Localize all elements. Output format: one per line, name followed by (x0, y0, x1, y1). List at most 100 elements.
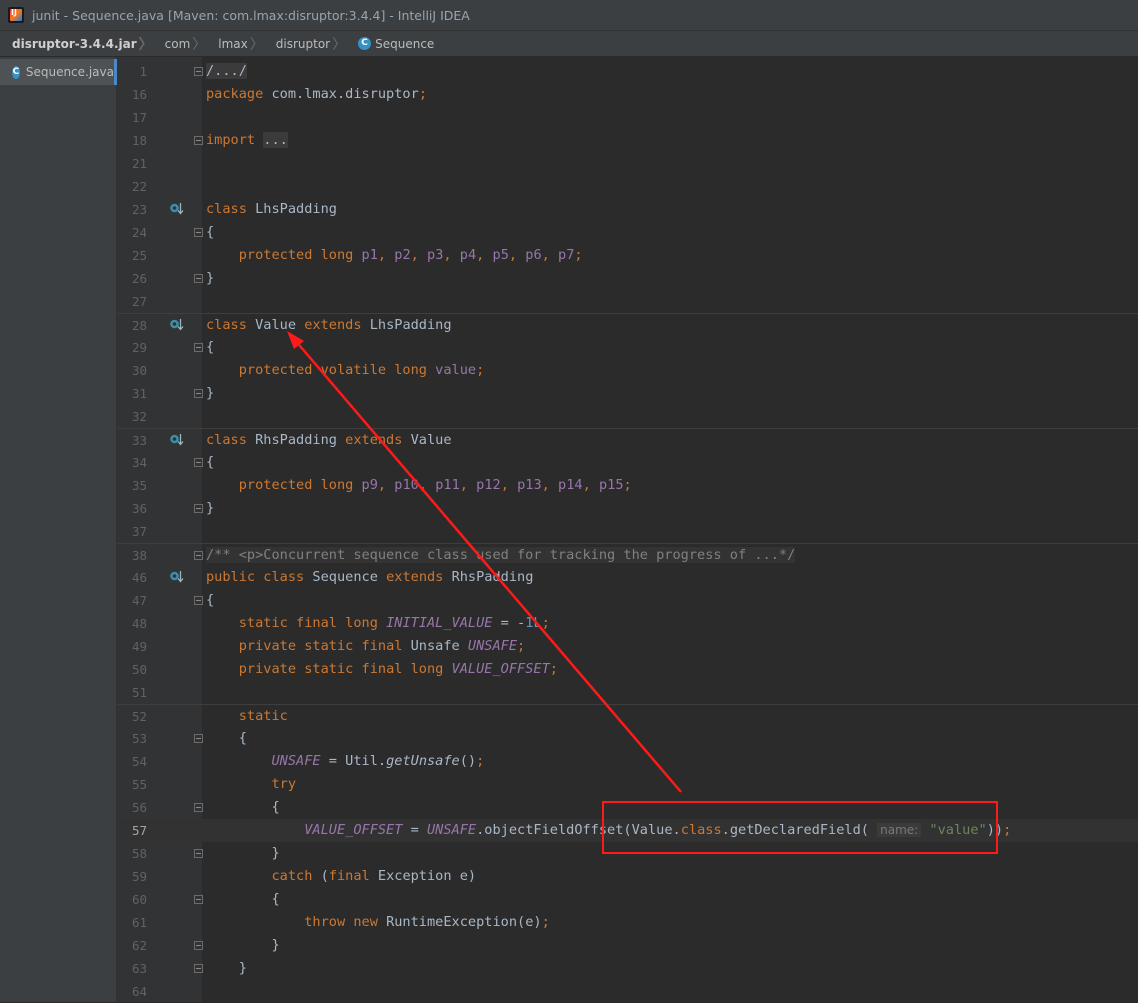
fold-toggle-icon[interactable] (194, 964, 203, 973)
line-number[interactable]: 51 (117, 685, 147, 700)
line-number[interactable]: 33 (117, 433, 147, 448)
code-line[interactable]: 18 import ... (117, 129, 1138, 152)
code-line[interactable]: 27 (117, 290, 1138, 313)
fold-toggle-icon[interactable] (194, 343, 203, 352)
line-number[interactable]: 59 (117, 869, 147, 884)
line-number[interactable]: 30 (117, 363, 147, 378)
fold-toggle-icon[interactable] (194, 389, 203, 398)
line-number[interactable]: 25 (117, 248, 147, 263)
code-line[interactable]: 1 /.../ (117, 60, 1138, 83)
breadcrumb-disruptor[interactable]: disruptor 〉 (268, 34, 350, 54)
code-line[interactable]: 48 static final long INITIAL_VALUE = -1L… (117, 612, 1138, 635)
code-line[interactable]: 21 (117, 152, 1138, 175)
code-line[interactable]: 28 class Value extends LhsPadding (117, 313, 1138, 337)
code-line[interactable]: 47 { (117, 589, 1138, 612)
breadcrumb-jar[interactable]: disruptor-3.4.4.jar 〉 (0, 34, 157, 54)
fold-toggle-icon[interactable] (194, 551, 203, 560)
code-line[interactable]: 29 { (117, 336, 1138, 359)
code-editor[interactable]: 1 /.../ 16 package com.lmax.disruptor; 17 18 i… (117, 57, 1138, 1002)
code-line[interactable]: 61 throw new RuntimeException(e); (117, 911, 1138, 934)
fold-toggle-icon[interactable] (194, 596, 203, 605)
code-line[interactable]: 17 (117, 106, 1138, 129)
line-number[interactable]: 47 (117, 593, 147, 608)
code-line[interactable]: 54 UNSAFE = Util.getUnsafe(); (117, 750, 1138, 773)
code-line[interactable]: 34 { (117, 451, 1138, 474)
line-number[interactable]: 54 (117, 754, 147, 769)
line-number[interactable]: 60 (117, 892, 147, 907)
implemented-override-icon[interactable] (169, 318, 184, 333)
line-number[interactable]: 36 (117, 501, 147, 516)
line-number[interactable]: 49 (117, 639, 147, 654)
code-line[interactable]: 24 { (117, 221, 1138, 244)
line-number[interactable]: 35 (117, 478, 147, 493)
fold-toggle-icon[interactable] (194, 734, 203, 743)
line-number[interactable]: 27 (117, 294, 147, 309)
implemented-override-icon[interactable] (169, 433, 184, 448)
line-number[interactable]: 28 (117, 318, 147, 333)
implemented-override-icon[interactable] (169, 570, 184, 585)
file-tab-sequence[interactable]: C Sequence.java (0, 59, 117, 85)
fold-toggle-icon[interactable] (194, 136, 203, 145)
code-line[interactable]: 60 { (117, 888, 1138, 911)
code-line[interactable]: 32 (117, 405, 1138, 428)
line-number[interactable]: 48 (117, 616, 147, 631)
fold-toggle-icon[interactable] (194, 274, 203, 283)
line-number[interactable]: 57 (117, 823, 147, 838)
fold-toggle-icon[interactable] (194, 803, 203, 812)
line-number[interactable]: 61 (117, 915, 147, 930)
fold-toggle-icon[interactable] (194, 228, 203, 237)
code-line[interactable]: 51 (117, 681, 1138, 704)
line-number[interactable]: 62 (117, 938, 147, 953)
line-number[interactable]: 26 (117, 271, 147, 286)
line-number[interactable]: 55 (117, 777, 147, 792)
code-line[interactable]: 36} (117, 497, 1138, 520)
code-line[interactable]: 59 catch (final Exception e) (117, 865, 1138, 888)
code-line[interactable]: 25 protected long p1, p2, p3, p4, p5, p6… (117, 244, 1138, 267)
line-number[interactable]: 56 (117, 800, 147, 815)
line-number[interactable]: 52 (117, 709, 147, 724)
line-number[interactable]: 24 (117, 225, 147, 240)
line-number[interactable]: 58 (117, 846, 147, 861)
code-line[interactable]: 53 { (117, 727, 1138, 750)
code-line[interactable]: 62 } (117, 934, 1138, 957)
code-line[interactable]: 30 protected volatile long value; (117, 359, 1138, 382)
code-line[interactable]: 52 static (117, 704, 1138, 728)
line-number[interactable]: 38 (117, 548, 147, 563)
code-line[interactable]: 63 } (117, 957, 1138, 980)
code-line[interactable]: 37 (117, 520, 1138, 543)
breadcrumb-sequence[interactable]: C Sequence (350, 37, 438, 51)
fold-toggle-icon[interactable] (194, 504, 203, 513)
code-line[interactable]: 38 /** <p>Concurrent sequence class used … (117, 543, 1138, 567)
fold-toggle-icon[interactable] (194, 67, 203, 76)
line-number[interactable]: 17 (117, 110, 147, 125)
line-number[interactable]: 50 (117, 662, 147, 677)
breadcrumb-lmax[interactable]: lmax 〉 (210, 34, 267, 54)
fold-toggle-icon[interactable] (194, 849, 203, 858)
code-line[interactable]: 33 class RhsPadding extends Value (117, 428, 1138, 452)
code-line[interactable]: 26} (117, 267, 1138, 290)
fold-toggle-icon[interactable] (194, 458, 203, 467)
line-number[interactable]: 22 (117, 179, 147, 194)
line-number[interactable]: 1 (117, 64, 147, 79)
line-number[interactable]: 53 (117, 731, 147, 746)
code-line[interactable]: 31} (117, 382, 1138, 405)
line-number[interactable]: 18 (117, 133, 147, 148)
code-line[interactable]: 55 try (117, 773, 1138, 796)
code-line[interactable]: 46 public class Sequence extends RhsPaddi… (117, 566, 1138, 589)
line-number[interactable]: 23 (117, 202, 147, 217)
line-number[interactable]: 32 (117, 409, 147, 424)
code-line[interactable]: 23 class LhsPadding (117, 198, 1138, 221)
line-number[interactable]: 31 (117, 386, 147, 401)
code-line[interactable]: 64 (117, 980, 1138, 1003)
fold-toggle-icon[interactable] (194, 895, 203, 904)
code-line[interactable]: 49 private static final Unsafe UNSAFE; (117, 635, 1138, 658)
line-number[interactable]: 16 (117, 87, 147, 102)
line-number[interactable]: 63 (117, 961, 147, 976)
code-line[interactable]: 50 private static final long VALUE_OFFSE… (117, 658, 1138, 681)
breadcrumb-com[interactable]: com 〉 (157, 34, 211, 54)
line-number[interactable]: 37 (117, 524, 147, 539)
line-number[interactable]: 46 (117, 570, 147, 585)
line-number[interactable]: 64 (117, 984, 147, 999)
implemented-override-icon[interactable] (169, 202, 184, 217)
line-number[interactable]: 29 (117, 340, 147, 355)
